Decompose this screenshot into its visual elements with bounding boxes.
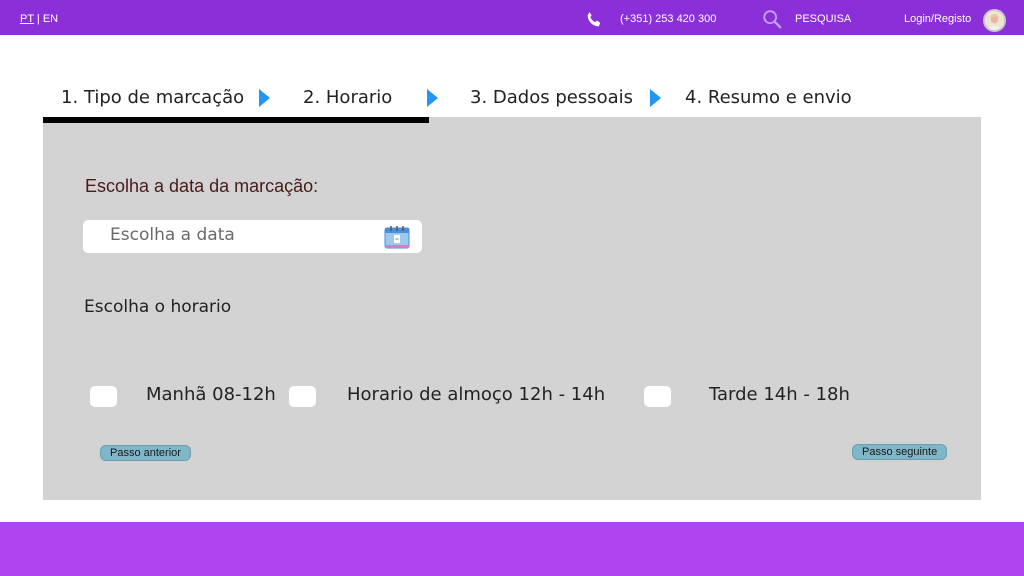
top-bar: PT | EN (+351) 253 420 300 PESQUISA Logi… — [0, 0, 1024, 35]
date-field[interactable]: Escolha a data — [83, 220, 422, 253]
avatar[interactable] — [983, 9, 1006, 32]
date-placeholder: Escolha a data — [110, 225, 235, 245]
step-arrow-icon — [259, 89, 270, 107]
checkbox-manha[interactable] — [90, 386, 117, 407]
calendar-icon[interactable] — [384, 225, 410, 249]
login-link[interactable]: Login/Registo — [904, 13, 971, 25]
option-tarde-label: Tarde 14h - 18h — [709, 384, 850, 405]
step-3-dados-pessoais[interactable]: 3. Dados pessoais — [470, 87, 633, 108]
date-label: Escolha a data da marcação: — [85, 176, 319, 196]
step-1-tipo-marcacao[interactable]: 1. Tipo de marcação — [61, 87, 244, 108]
phone-icon — [587, 12, 601, 27]
lang-pt-link[interactable]: PT — [20, 13, 34, 25]
previous-step-button[interactable]: Passo anterior — [100, 445, 191, 461]
option-almoco-label: Horario de almoço 12h - 14h — [347, 384, 606, 405]
step-2-horario[interactable]: 2. Horario — [303, 87, 392, 108]
booking-panel: Escolha a data da marcação: Escolha a da… — [43, 117, 981, 500]
time-label: Escolha o horario — [84, 297, 232, 317]
step-arrow-icon — [427, 89, 438, 107]
footer-bar — [0, 522, 1024, 576]
step-4-resumo-envio[interactable]: 4. Resumo e envio — [685, 87, 852, 108]
lang-en-link[interactable]: EN — [43, 13, 58, 25]
checkbox-tarde[interactable] — [644, 386, 671, 407]
lang-separator: | — [33, 13, 43, 25]
option-manha-label: Manhã 08-12h — [146, 384, 276, 405]
step-arrow-icon — [650, 89, 661, 107]
step-indicator: 1. Tipo de marcação 2. Horario 3. Dados … — [43, 80, 981, 120]
search-icon[interactable] — [761, 8, 783, 30]
checkbox-almoco[interactable] — [289, 386, 316, 407]
search-link[interactable]: PESQUISA — [795, 13, 851, 25]
next-step-button[interactable]: Passo seguinte — [852, 444, 948, 460]
language-switcher: PT | EN — [20, 13, 58, 25]
phone-number[interactable]: (+351) 253 420 300 — [620, 13, 716, 25]
step-progress-bar — [43, 117, 429, 123]
